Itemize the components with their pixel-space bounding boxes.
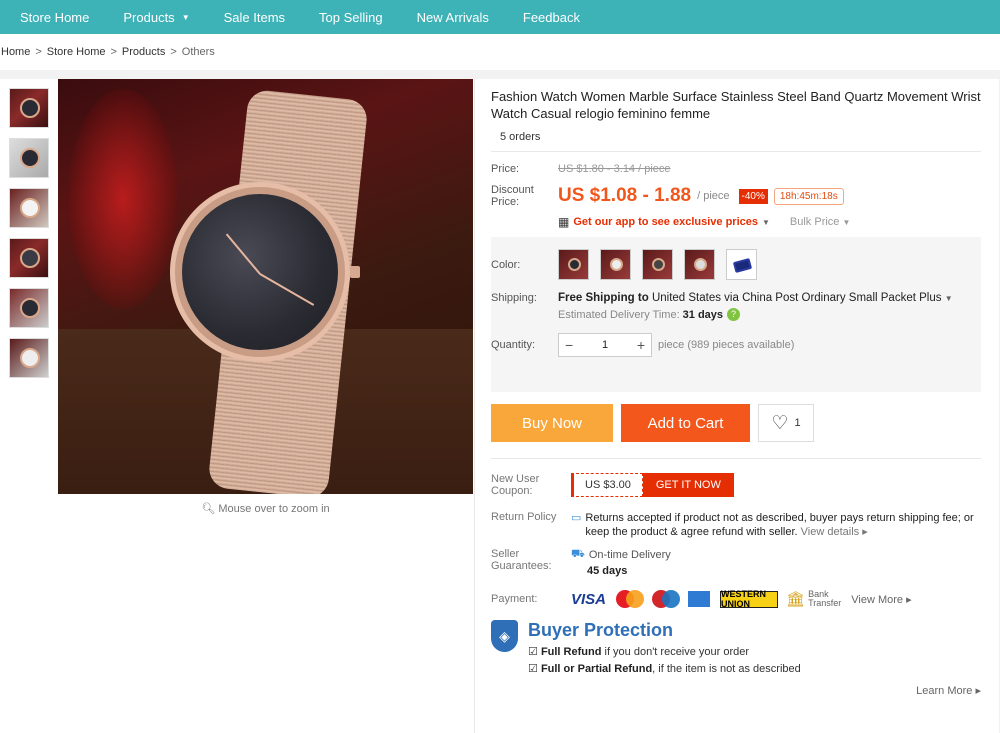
return-policy-label: Return Policy — [491, 511, 557, 523]
breadcrumb-products[interactable]: Products — [122, 46, 165, 58]
plus-button[interactable]: + — [637, 337, 645, 353]
watch-face — [170, 182, 360, 362]
guarantee-text: On-time Delivery — [588, 549, 671, 561]
breadcrumb-current: Others — [181, 46, 215, 58]
color-swatch[interactable] — [684, 249, 715, 280]
color-swatch-box[interactable] — [726, 249, 757, 280]
zoom-hint: 🔍︎ Mouse over to zoom in — [58, 502, 473, 515]
options-panel: Color: Shipping: Free Shipping to United… — [491, 237, 981, 392]
top-nav: Store Home Products ▼ Sale Items Top Sell… — [0, 0, 1000, 34]
quantity-available: piece (989 pieces available) — [658, 339, 795, 351]
bank-transfer-logo: 🏛︎ Bank Transfer — [786, 589, 842, 608]
product-detail: 🔍︎ Mouse over to zoom in Fashion Watch W… — [0, 79, 999, 733]
nav-label: Store Home — [20, 9, 90, 25]
order-count: 5 orders — [491, 131, 981, 152]
breadcrumb-separator: > — [35, 46, 42, 58]
breadcrumb-home[interactable]: Home — [1, 46, 30, 58]
nav-store-home[interactable]: Store Home — [20, 10, 89, 25]
caret-down-icon: ▼ — [181, 12, 190, 22]
zoom-hint-text: Mouse over to zoom in — [218, 503, 330, 515]
maestro-logo — [652, 590, 681, 608]
delivery-truck-icon: ⛟ — [571, 548, 585, 560]
nav-label: Feedback — [522, 9, 580, 25]
wishlist-button[interactable]: ♡ 1 — [758, 404, 814, 442]
thumbnail[interactable] — [9, 288, 49, 328]
guarantee-days: 45 days — [587, 565, 628, 577]
magnifier-icon: 🔍︎ — [201, 503, 216, 515]
shield-icon: ◈ — [491, 620, 518, 652]
shipping-method[interactable]: Free Shipping to United States via China… — [558, 292, 953, 304]
buyer-protection: ◈ Buyer Protection ☑ Full Refund if you … — [491, 620, 981, 675]
discount-price: US $1.08 - 1.88 — [558, 185, 692, 206]
countdown-timer: 18h:45m:18s — [773, 187, 844, 205]
color-swatch[interactable] — [642, 249, 673, 280]
nav-label: Sale Items — [223, 9, 286, 25]
caret-down-icon: ▼ — [761, 217, 770, 227]
color-swatch[interactable] — [600, 249, 631, 280]
buy-now-button[interactable]: Buy Now — [491, 404, 613, 442]
main-product-image[interactable] — [58, 79, 473, 494]
price-label: Price: — [491, 163, 520, 175]
thumbnail-list — [9, 88, 51, 388]
original-price: US $1.80 - 3.14 / piece — [558, 163, 671, 175]
nav-top-selling[interactable]: Top Selling — [319, 10, 383, 25]
color-label: Color: — [491, 258, 521, 271]
coupon-label: New User Coupon: — [491, 473, 540, 497]
view-more-payment-link[interactable]: View More ▸ — [851, 593, 911, 606]
nav-sale-items[interactable]: Sale Items — [224, 10, 285, 25]
breadcrumb-separator: > — [170, 46, 177, 58]
thumbnail[interactable] — [9, 338, 49, 378]
quantity-label: Quantity: — [491, 339, 536, 351]
nav-products[interactable]: Products ▼ — [123, 10, 189, 25]
product-info: Fashion Watch Women Marble Surface Stain… — [491, 79, 981, 675]
delivery-estimate: Estimated Delivery Time: 31 days? — [558, 308, 953, 321]
heart-icon: ♡ — [771, 412, 789, 434]
checkbox-icon: ☑ — [528, 663, 538, 675]
bulk-price-link[interactable]: Bulk Price ▼ — [790, 216, 851, 228]
thumbnail[interactable] — [9, 188, 49, 228]
quantity-stepper: − 1 + — [558, 333, 652, 357]
return-policy-text: Returns accepted if product not as descr… — [585, 512, 974, 538]
return-icon: ▭ — [571, 512, 582, 524]
western-union-logo: WESTERN UNION — [720, 589, 779, 609]
thumbnail[interactable] — [9, 138, 49, 178]
nav-label: Top Selling — [319, 9, 383, 25]
help-icon[interactable]: ? — [727, 308, 741, 321]
app-price-link[interactable]: Get our app to see exclusive prices — [573, 216, 758, 228]
nav-feedback[interactable]: Feedback — [523, 10, 580, 25]
buyer-protection-title: Buyer Protection — [528, 620, 674, 640]
breadcrumb-separator: > — [110, 46, 117, 58]
mastercard-logo — [616, 590, 645, 608]
payment-label: Payment: — [491, 593, 538, 605]
breadcrumb-store-home[interactable]: Store Home — [47, 46, 106, 58]
nav-new-arrivals[interactable]: New Arrivals — [417, 10, 489, 25]
get-coupon-button[interactable]: GET IT NOW — [642, 473, 734, 497]
color-swatch[interactable] — [558, 249, 589, 280]
product-title: Fashion Watch Women Marble Surface Stain… — [491, 89, 981, 121]
view-details-link[interactable]: View details ▸ — [801, 526, 868, 538]
shipping-label: Shipping: — [491, 292, 537, 304]
protection-line: ☑ Full or Partial Refund, if the item is… — [528, 663, 801, 675]
nav-label: Products — [123, 9, 175, 25]
bank-icon: 🏛︎ — [786, 590, 806, 608]
nav-label: New Arrivals — [416, 9, 489, 25]
checkbox-icon: ☑ — [528, 646, 538, 658]
seller-guarantees-label: Seller Guarantees: — [491, 548, 552, 572]
coupon-value: US $3.00 — [571, 473, 643, 497]
qr-code-icon: ▦ — [558, 215, 570, 229]
price-unit: / piece — [697, 190, 730, 202]
visa-logo: VISA — [571, 590, 607, 608]
minus-button[interactable]: − — [565, 337, 573, 353]
add-to-cart-button[interactable]: Add to Cart — [621, 404, 750, 442]
learn-more-link[interactable]: Learn More ▸ — [916, 684, 981, 697]
breadcrumb: Home > Store Home > Products > Others — [0, 34, 1000, 70]
thumbnail[interactable] — [9, 88, 49, 128]
discount-badge: -40% — [738, 188, 768, 204]
amex-logo — [688, 591, 711, 607]
protection-line: ☑ Full Refund if you don't receive your … — [528, 646, 750, 658]
discount-label: Discount Price: — [491, 184, 534, 208]
quantity-input[interactable]: 1 — [602, 339, 608, 351]
thumbnail[interactable] — [9, 238, 49, 278]
